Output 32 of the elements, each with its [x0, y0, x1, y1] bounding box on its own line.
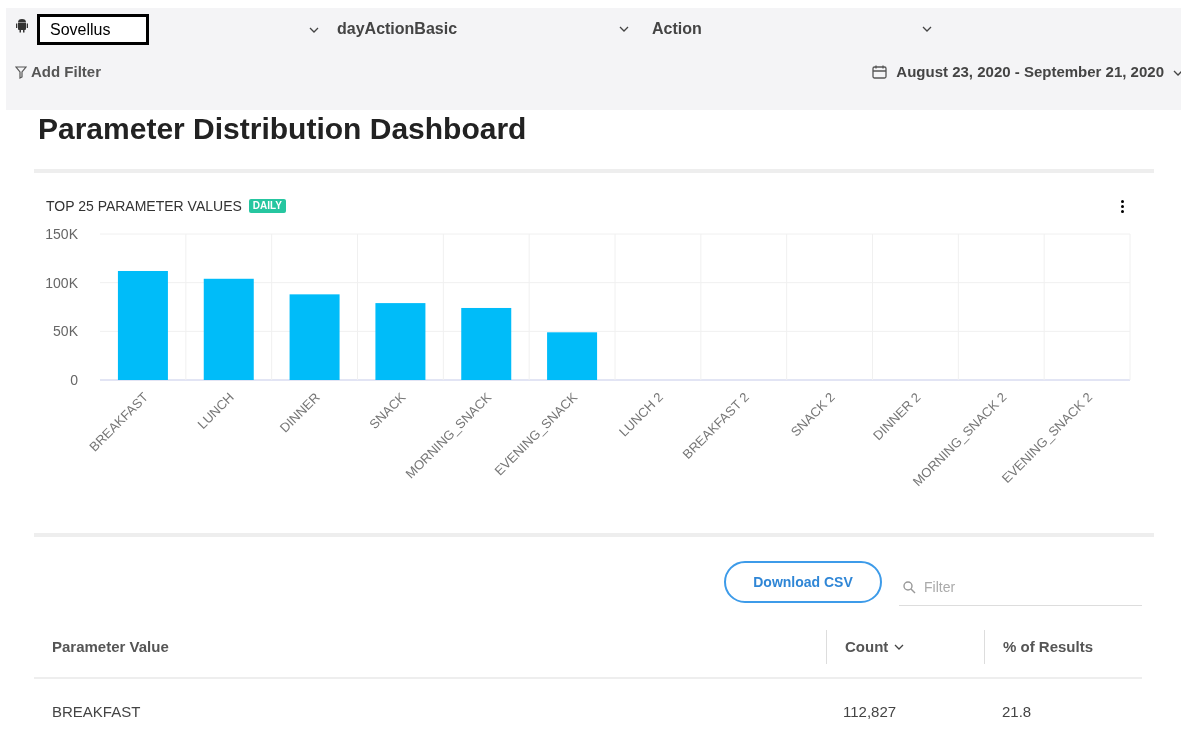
y-axis-label: 100K — [45, 274, 78, 291]
android-icon — [15, 18, 29, 33]
page-title: Parameter Distribution Dashboard — [38, 111, 527, 147]
app-selector[interactable]: Sovellus — [37, 14, 319, 45]
search-icon — [903, 581, 916, 594]
y-axis-label: 50K — [53, 323, 78, 340]
event-selector[interactable]: dayActionBasic — [337, 12, 629, 46]
parameter-selector[interactable]: Action — [652, 12, 932, 46]
chevron-down-icon — [894, 644, 905, 650]
column-header[interactable]: % of Results — [1003, 635, 1093, 659]
selector-value: Sovellus — [37, 14, 149, 45]
download-csv-button[interactable]: Download CSV — [724, 561, 882, 603]
date-range-picker[interactable]: August 23, 2020 - September 21, 2020 — [872, 60, 1181, 84]
chevron-down-icon — [309, 26, 319, 33]
y-axis-label: 0 — [70, 372, 78, 388]
chart-title: TOP 25 PARAMETER VALUES — [46, 196, 242, 216]
daily-badge: DAILY — [248, 199, 286, 213]
y-axis-label: 150K — [45, 226, 78, 242]
add-filter-button[interactable]: Add Filter — [15, 60, 101, 84]
column-header[interactable]: Count — [845, 635, 905, 659]
chevron-down-icon — [619, 26, 629, 32]
more-options-icon[interactable] — [1121, 199, 1124, 213]
table-cell: BREAKFAST — [52, 703, 141, 720]
chevron-down-icon — [1173, 70, 1181, 76]
chevron-down-icon — [922, 26, 932, 32]
bar — [547, 332, 598, 380]
column-header[interactable]: Parameter Value — [52, 635, 169, 659]
table-cell: 21.8 — [1002, 703, 1032, 720]
calendar-icon — [872, 65, 888, 79]
table-cell: 112,827 — [843, 703, 897, 720]
filter-field[interactable]: Filter — [924, 577, 1142, 598]
filter-icon — [15, 65, 27, 79]
